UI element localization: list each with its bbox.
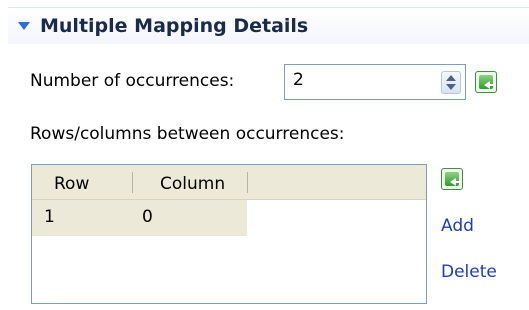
table-header: Row Column (32, 165, 426, 200)
occurrences-spinner[interactable] (284, 64, 466, 100)
green-arrow-icon (445, 172, 460, 186)
table-cell-row: 1 (44, 207, 55, 227)
spin-down-icon[interactable] (446, 84, 456, 90)
spin-up-icon[interactable] (446, 75, 456, 81)
table-row[interactable]: 1 0 (32, 200, 247, 236)
delete-button[interactable]: Delete (441, 262, 497, 282)
table-apply-button[interactable] (441, 168, 463, 190)
chevron-down-icon[interactable] (18, 22, 30, 30)
rows-between-label: Rows/columns between occurrences: (30, 124, 345, 144)
column-header-column[interactable]: Column (160, 174, 225, 194)
spin-arrows-icon[interactable] (441, 71, 461, 94)
column-separator (247, 172, 248, 193)
section-title: Multiple Mapping Details (40, 15, 309, 37)
column-separator (132, 172, 133, 193)
occurrences-input[interactable] (293, 70, 413, 90)
occurrences-label: Number of occurrences: (30, 71, 235, 91)
add-button[interactable]: Add (441, 216, 474, 236)
occurrences-apply-button[interactable] (475, 71, 497, 93)
column-header-row[interactable]: Row (54, 174, 89, 194)
section-header[interactable]: Multiple Mapping Details (8, 7, 529, 44)
table-cell-column: 0 (142, 207, 153, 227)
rows-columns-table[interactable]: Row Column 1 0 (31, 164, 427, 304)
green-arrow-icon (479, 75, 494, 89)
